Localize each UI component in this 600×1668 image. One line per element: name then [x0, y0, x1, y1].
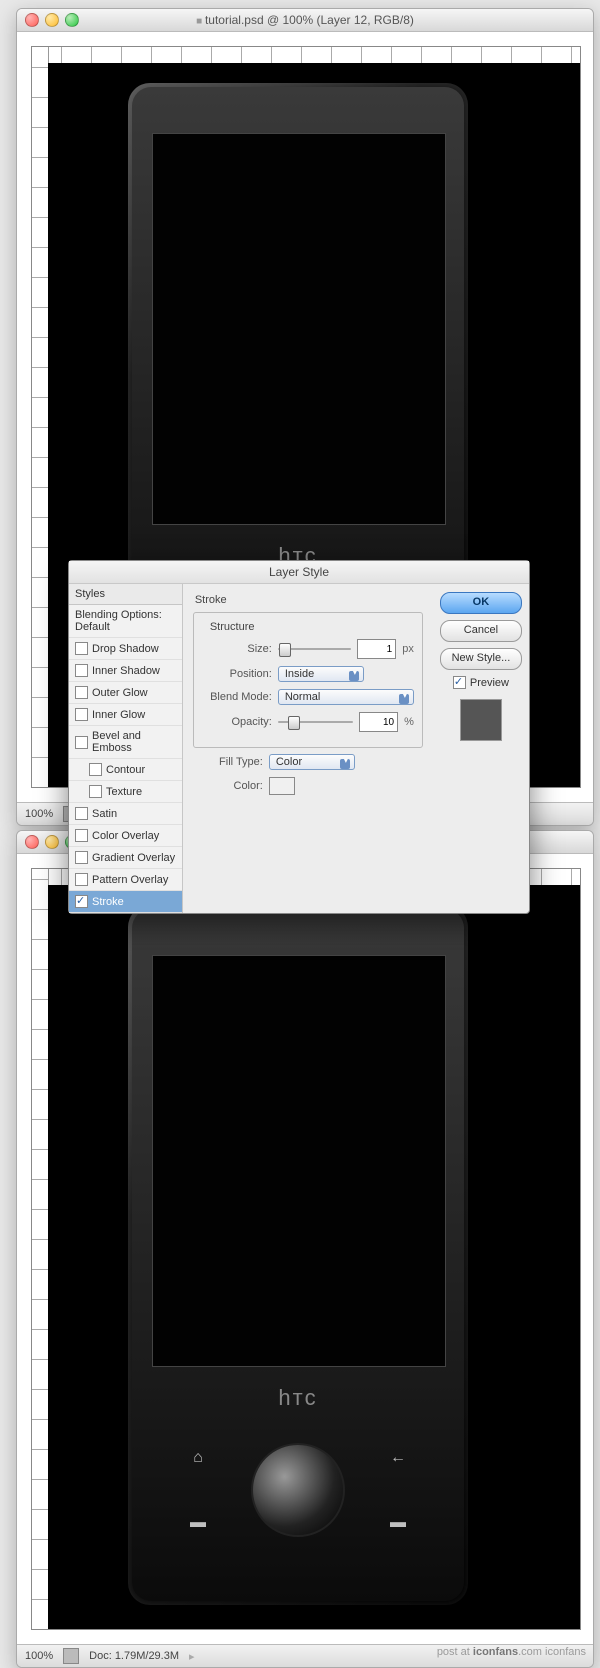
- checkbox-icon[interactable]: [75, 829, 88, 842]
- size-input[interactable]: [357, 639, 396, 659]
- phone-screen: [152, 955, 446, 1367]
- ruler-horizontal[interactable]: [32, 47, 580, 64]
- opacity-slider[interactable]: [278, 715, 353, 729]
- position-label: Position:: [202, 668, 272, 680]
- opacity-input[interactable]: [359, 712, 398, 732]
- ruler-vertical[interactable]: [32, 47, 49, 787]
- phone-controls: ⌂ ← ▬ ▬: [148, 1425, 448, 1555]
- style-item-label: Outer Glow: [92, 687, 148, 699]
- style-item-label: Contour: [106, 764, 145, 776]
- style-item-label: Texture: [106, 786, 142, 798]
- style-item-texture[interactable]: Texture: [69, 781, 182, 803]
- style-item-contour[interactable]: Contour: [69, 759, 182, 781]
- preview-checkbox[interactable]: Preview: [453, 676, 509, 689]
- checkbox-icon[interactable]: [75, 851, 88, 864]
- settings-panel: Stroke Structure Size: px Position: Insi…: [183, 584, 433, 913]
- layer-style-dialog: Layer Style Styles Blending Options: Def…: [68, 560, 530, 914]
- styles-list: Styles Blending Options: Default Drop Sha…: [69, 584, 183, 913]
- preview-swatch: [460, 699, 502, 741]
- canvas-area: hтc ⌂ ← ▬ ▬: [17, 854, 593, 1644]
- color-swatch[interactable]: [269, 777, 295, 795]
- window-title: tutorial.psd @ 100% (Layer 12, RGB/8): [17, 13, 593, 27]
- size-unit: px: [402, 643, 414, 655]
- size-label: Size:: [202, 643, 272, 655]
- home-icon[interactable]: ⌂: [193, 1449, 203, 1467]
- style-item-pattern-overlay[interactable]: Pattern Overlay: [69, 869, 182, 891]
- style-item-satin[interactable]: Satin: [69, 803, 182, 825]
- dialog-title: Layer Style: [69, 561, 529, 584]
- cancel-button[interactable]: Cancel: [440, 620, 522, 642]
- fieldset-title: Structure: [206, 621, 259, 633]
- phone-shape[interactable]: hтc ⌂ ← ▬ ▬: [128, 905, 468, 1605]
- checkbox-icon[interactable]: [75, 895, 88, 908]
- style-item-blending-options-default[interactable]: Blending Options: Default: [69, 605, 182, 638]
- style-item-bevel-and-emboss[interactable]: Bevel and Emboss: [69, 726, 182, 759]
- ruler-vertical[interactable]: [32, 869, 49, 1629]
- photoshop-window-2: tutorial.psd @ 100% (Layer 12, RGB/8) hт…: [16, 830, 594, 1668]
- canvas[interactable]: hтc ⌂ ← ▬ ▬: [31, 868, 581, 1630]
- size-slider[interactable]: [278, 642, 351, 656]
- style-item-inner-shadow[interactable]: Inner Shadow: [69, 660, 182, 682]
- checkbox-icon[interactable]: [89, 763, 102, 776]
- blendmode-label: Blend Mode:: [202, 691, 272, 703]
- ok-button[interactable]: OK: [440, 592, 522, 614]
- position-dropdown[interactable]: Inside: [278, 666, 364, 682]
- checkbox-icon[interactable]: [75, 664, 88, 677]
- style-item-label: Inner Glow: [92, 709, 145, 721]
- style-item-label: Pattern Overlay: [92, 874, 168, 886]
- style-item-label: Inner Shadow: [92, 665, 160, 677]
- style-item-drop-shadow[interactable]: Drop Shadow: [69, 638, 182, 660]
- buttons-panel: OK Cancel New Style... Preview: [433, 584, 529, 913]
- opacity-label: Opacity:: [202, 716, 272, 728]
- preview-label: Preview: [470, 677, 509, 689]
- checkbox-icon[interactable]: [89, 785, 102, 798]
- style-item-label: Satin: [92, 808, 117, 820]
- checkbox-icon[interactable]: [453, 676, 466, 689]
- zoom-level[interactable]: 100%: [25, 808, 53, 820]
- checkbox-icon[interactable]: [75, 873, 88, 886]
- filltype-label: Fill Type:: [193, 756, 263, 768]
- style-item-label: Drop Shadow: [92, 643, 159, 655]
- style-item-stroke[interactable]: Stroke: [69, 891, 182, 913]
- opacity-unit: %: [404, 716, 414, 728]
- style-item-label: Gradient Overlay: [92, 852, 175, 864]
- titlebar[interactable]: tutorial.psd @ 100% (Layer 12, RGB/8): [17, 9, 593, 32]
- color-label: Color:: [193, 780, 263, 792]
- style-item-inner-glow[interactable]: Inner Glow: [69, 704, 182, 726]
- jog-dial[interactable]: [251, 1443, 345, 1537]
- filltype-dropdown[interactable]: Color: [269, 754, 355, 770]
- style-item-label: Bevel and Emboss: [92, 730, 176, 754]
- style-item-label: Blending Options: Default: [75, 609, 176, 633]
- checkbox-icon[interactable]: [75, 686, 88, 699]
- back-icon[interactable]: ←: [390, 1449, 406, 1467]
- call-icon[interactable]: ▬: [190, 1514, 206, 1532]
- checkbox-icon[interactable]: [75, 807, 88, 820]
- style-item-gradient-overlay[interactable]: Gradient Overlay: [69, 847, 182, 869]
- new-style-button[interactable]: New Style...: [440, 648, 522, 670]
- style-item-label: Color Overlay: [92, 830, 159, 842]
- style-item-outer-glow[interactable]: Outer Glow: [69, 682, 182, 704]
- end-call-icon[interactable]: ▬: [390, 1514, 406, 1532]
- blendmode-dropdown[interactable]: Normal: [278, 689, 414, 705]
- style-item-color-overlay[interactable]: Color Overlay: [69, 825, 182, 847]
- panel-heading: Stroke: [195, 594, 423, 606]
- structure-fieldset: Structure Size: px Position: Inside: [193, 612, 423, 748]
- checkbox-icon[interactable]: [75, 642, 88, 655]
- checkbox-icon[interactable]: [75, 708, 88, 721]
- watermark: post at iconfans.com iconfans: [0, 1646, 586, 1658]
- styles-header[interactable]: Styles: [69, 584, 182, 605]
- style-item-label: Stroke: [92, 896, 124, 908]
- phone-screen: [152, 133, 446, 525]
- checkbox-icon[interactable]: [75, 736, 88, 749]
- phone-brand-logo: hтc: [128, 1385, 468, 1411]
